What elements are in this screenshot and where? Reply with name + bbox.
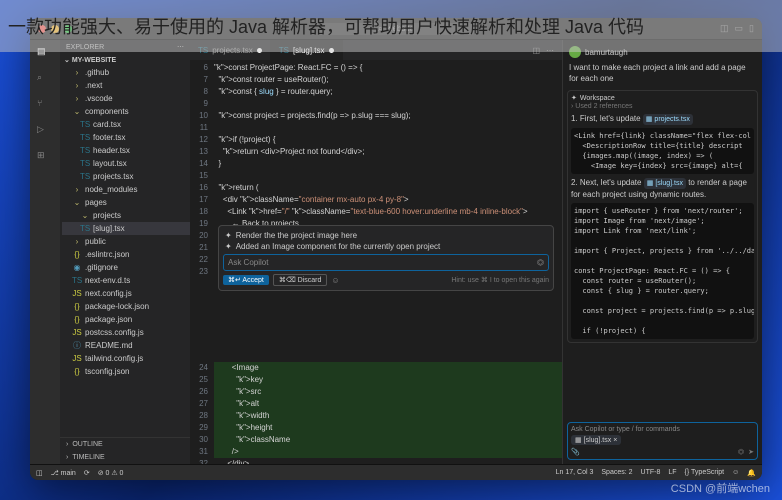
workspace-response: ✦Workspace › Used 2 references 1. First,… bbox=[567, 90, 758, 343]
editor-group: TSprojects.tsxTS[slug].tsx◫⋯ 67891011121… bbox=[190, 40, 562, 464]
status-item[interactable]: Spaces: 2 bbox=[601, 469, 632, 477]
debug-icon[interactable]: ▷ bbox=[37, 124, 53, 140]
tree-item[interactable]: TSprojects.tsx bbox=[62, 170, 190, 183]
tree-item[interactable]: TSnext-env.d.ts bbox=[62, 274, 190, 287]
status-item[interactable]: Ln 17, Col 3 bbox=[556, 469, 594, 477]
tree-item[interactable]: {}package.json bbox=[62, 313, 190, 326]
copilot-prompt: Render the the project image here bbox=[236, 231, 357, 240]
feedback-icon[interactable]: ☺ bbox=[331, 276, 339, 285]
tree-item[interactable]: TScard.tsx bbox=[62, 118, 190, 131]
tree-item[interactable]: {}package-lock.json bbox=[62, 300, 190, 313]
file-pill[interactable]: ▦ [slug].tsx bbox=[644, 178, 686, 189]
tree-item[interactable]: TSheader.tsx bbox=[62, 144, 190, 157]
watermark: CSDN @前端wchen bbox=[671, 480, 770, 496]
vscode-window: ⌕ website ◫ ▭ ▯ ▤ ⌕ ⑂ ▷ ⊞ EXPLORER ⋯ ⌄ M… bbox=[30, 18, 762, 480]
status-item[interactable]: ⎇ main bbox=[51, 469, 76, 477]
tree-item[interactable]: ›.github bbox=[62, 66, 190, 79]
tree-item[interactable]: ◉.gitignore bbox=[62, 261, 190, 274]
outline-section[interactable]: › OUTLINE bbox=[60, 438, 190, 451]
tree-item[interactable]: ⌄projects bbox=[62, 209, 190, 222]
step-2: 2. Next, let's update ▦ [slug].tsx to re… bbox=[571, 177, 754, 200]
extensions-icon[interactable]: ⊞ bbox=[37, 150, 53, 166]
tree-item[interactable]: JSnext.config.js bbox=[62, 287, 190, 300]
copilot-hint: Hint: use ⌘ I to open this again bbox=[451, 276, 549, 284]
status-item[interactable]: ◫ bbox=[36, 469, 43, 477]
tree-item[interactable]: ⓘREADME.md bbox=[62, 339, 190, 352]
context-chip[interactable]: ▦ [slug].tsx × bbox=[571, 435, 621, 445]
tree-item[interactable]: ⌄components bbox=[62, 105, 190, 118]
status-item[interactable]: UTF-8 bbox=[641, 469, 661, 477]
copilot-input[interactable]: Ask Copilot⏣ bbox=[223, 254, 549, 271]
status-item[interactable]: 🔔 bbox=[747, 469, 756, 477]
chat-panel: bamurtaugh I want to make each project a… bbox=[562, 40, 762, 464]
status-item[interactable]: ⊘ 0 ⚠ 0 bbox=[98, 469, 124, 477]
copilot-inline: ✦ Render the the project image here ✦ Adde… bbox=[218, 225, 554, 291]
sparkle-icon: ✦ bbox=[225, 231, 232, 240]
chat-placeholder: Ask Copilot or type / for commands bbox=[571, 426, 754, 433]
overlay-banner: 一款功能强大、易于使用的 Java 解析器，可帮助用户快速解析和处理 Java … bbox=[0, 0, 782, 52]
project-root[interactable]: ⌄ MY-WEBSITE bbox=[60, 54, 190, 66]
code-block-1: <Link href={link} className="flex flex-c… bbox=[571, 128, 754, 174]
user-message: I want to make each project a link and a… bbox=[567, 60, 758, 86]
status-item[interactable]: LF bbox=[668, 469, 676, 477]
status-bar: ◫ ⎇ main ⟳ ⊘ 0 ⚠ 0 Ln 17, Col 3 Spaces: 2 UTF… bbox=[30, 464, 762, 480]
send-icon[interactable]: ➤ bbox=[748, 448, 754, 456]
tree-item[interactable]: ›.next bbox=[62, 79, 190, 92]
tree-item[interactable]: {}tsconfig.json bbox=[62, 365, 190, 378]
copilot-status: Added an Image component for the current… bbox=[236, 242, 441, 251]
tree-item[interactable]: ›public bbox=[62, 235, 190, 248]
attach-icon[interactable]: 📎 bbox=[571, 448, 580, 456]
code-block-2: import { useRouter } from 'next/router';… bbox=[571, 203, 754, 339]
step-1: 1. First, let's update ▦ projects.tsx bbox=[571, 113, 754, 125]
sidebar: EXPLORER ⋯ ⌄ MY-WEBSITE ›.github›.next›.… bbox=[60, 40, 190, 464]
timeline-section[interactable]: › TIMELINE bbox=[60, 451, 190, 464]
tree-item[interactable]: JStailwind.config.js bbox=[62, 352, 190, 365]
sparkle-icon: ✦ bbox=[571, 94, 577, 102]
discard-button[interactable]: ⌘⌫ Discard bbox=[273, 274, 328, 286]
mic-icon[interactable]: ⏣ bbox=[738, 448, 744, 456]
status-item[interactable]: ⟳ bbox=[84, 469, 90, 477]
status-item[interactable]: {} TypeScript bbox=[685, 469, 725, 477]
tree-item[interactable]: TSfooter.tsx bbox=[62, 131, 190, 144]
source-control-icon[interactable]: ⑂ bbox=[37, 98, 53, 114]
references[interactable]: › Used 2 references bbox=[571, 103, 754, 110]
tree-item[interactable]: ⌄pages bbox=[62, 196, 190, 209]
search-icon[interactable]: ⌕ bbox=[37, 72, 53, 88]
tree-item[interactable]: JSpostcss.config.js bbox=[62, 326, 190, 339]
accept-button[interactable]: ⌘↵ Accept bbox=[223, 275, 269, 285]
status-item[interactable]: ☺ bbox=[732, 469, 739, 477]
line-gutter: 6789101112131415161718192021222324252627… bbox=[190, 60, 214, 464]
mic-icon[interactable]: ⏣ bbox=[537, 258, 544, 267]
sparkle-icon: ✦ bbox=[225, 242, 232, 251]
file-tree: ›.github›.next›.vscode⌄componentsTScard.… bbox=[60, 66, 190, 437]
file-pill[interactable]: ▦ projects.tsx bbox=[643, 114, 693, 125]
activity-bar: ▤ ⌕ ⑂ ▷ ⊞ bbox=[30, 40, 60, 464]
tree-item[interactable]: TS[slug].tsx bbox=[62, 222, 190, 235]
tree-item[interactable]: TSlayout.tsx bbox=[62, 157, 190, 170]
code-editor[interactable]: 6789101112131415161718192021222324252627… bbox=[190, 60, 562, 464]
tree-item[interactable]: ›.vscode bbox=[62, 92, 190, 105]
chat-input[interactable]: Ask Copilot or type / for commands ▦ [sl… bbox=[567, 422, 758, 460]
tree-item[interactable]: ›node_modules bbox=[62, 183, 190, 196]
tree-item[interactable]: {}.eslintrc.json bbox=[62, 248, 190, 261]
